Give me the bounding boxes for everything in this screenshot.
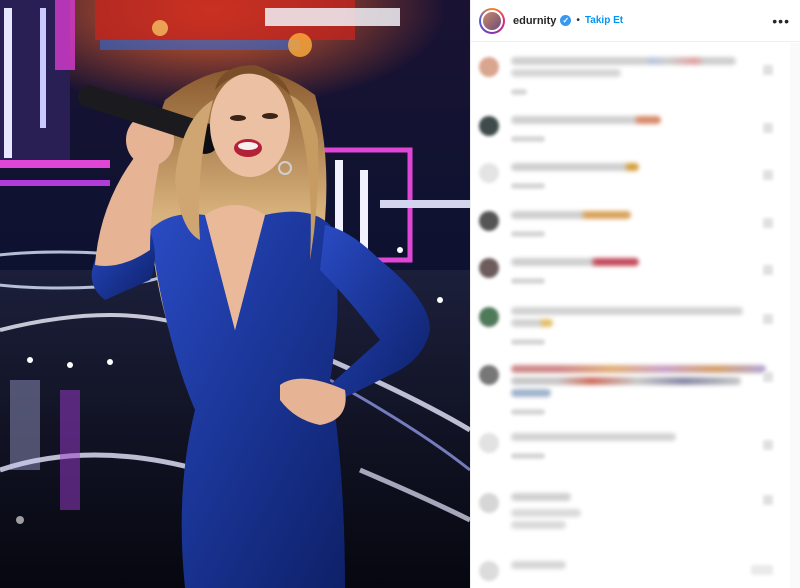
- comment-meta-blurred: [511, 339, 545, 345]
- comment-avatar[interactable]: [479, 116, 499, 136]
- comments-scrollbar[interactable]: [790, 43, 800, 588]
- comment-item: [479, 433, 676, 459]
- heart-icon[interactable]: [763, 218, 773, 228]
- post-photo[interactable]: [0, 0, 470, 588]
- comment-item: [479, 57, 736, 95]
- comment-text-blurred: [511, 116, 661, 124]
- comment-text-blurred: [511, 163, 639, 171]
- heart-icon[interactable]: [763, 314, 773, 324]
- comment-meta-blurred: [511, 89, 527, 95]
- comment-meta-blurred: [511, 231, 545, 237]
- separator-dot: •: [576, 15, 580, 26]
- heart-icon[interactable]: [763, 123, 773, 133]
- comments-list: [471, 43, 791, 588]
- heart-icon[interactable]: [751, 565, 773, 575]
- comment-meta-blurred: [511, 278, 545, 284]
- comment-text-blurred: [511, 561, 566, 569]
- comment-meta-blurred: [511, 453, 545, 459]
- comment-meta-blurred: [511, 183, 545, 189]
- comment-text-blurred: [511, 307, 743, 315]
- avatar: [481, 9, 503, 32]
- heart-icon[interactable]: [763, 440, 773, 450]
- profile-avatar[interactable]: [479, 7, 505, 34]
- post-header: edurnity ✓ • Takip Et •••: [471, 0, 800, 42]
- comment-text-blurred: [511, 258, 639, 266]
- comment-meta-blurred: [511, 136, 545, 142]
- heart-icon[interactable]: [763, 65, 773, 75]
- heart-icon[interactable]: [763, 495, 773, 505]
- comment-text-blurred: [511, 377, 741, 385]
- comment-item: [479, 307, 743, 345]
- comment-avatar[interactable]: [479, 211, 499, 231]
- verified-badge-icon: ✓: [560, 15, 572, 26]
- comment-text-blurred: [511, 365, 766, 373]
- comment-avatar[interactable]: [479, 365, 499, 385]
- heart-icon[interactable]: [763, 265, 773, 275]
- comment-text-blurred: [511, 211, 631, 219]
- comment-item: [479, 116, 661, 142]
- comment-avatar[interactable]: [479, 493, 499, 513]
- comment-avatar[interactable]: [479, 433, 499, 453]
- comment-item: [479, 365, 766, 415]
- comment-text-blurred: [511, 509, 581, 517]
- heart-icon[interactable]: [763, 372, 773, 382]
- comment-text-blurred: [511, 389, 551, 397]
- more-options-icon[interactable]: •••: [772, 14, 790, 28]
- post-sidebar: edurnity ✓ • Takip Et •••: [470, 0, 800, 588]
- heart-icon[interactable]: [763, 170, 773, 180]
- comment-avatar[interactable]: [479, 57, 499, 77]
- comment-item: [479, 211, 631, 237]
- comment-text-blurred: [511, 69, 621, 77]
- comment-text-blurred: [511, 433, 676, 441]
- singer-on-stage-image: [0, 0, 470, 588]
- comment-text-blurred: [511, 521, 566, 529]
- username-link[interactable]: edurnity: [513, 15, 556, 27]
- comment-item: [479, 163, 639, 189]
- post-viewer: edurnity ✓ • Takip Et •••: [0, 0, 800, 588]
- comment-item: [479, 561, 566, 581]
- comment-text-blurred: [511, 57, 736, 65]
- comment-avatar[interactable]: [479, 258, 499, 278]
- comment-avatar[interactable]: [479, 163, 499, 183]
- comment-item: [479, 493, 581, 533]
- comment-item: [479, 258, 639, 284]
- comment-meta-blurred: [511, 409, 545, 415]
- comment-avatar[interactable]: [479, 561, 499, 581]
- comment-text-blurred: [511, 493, 571, 501]
- follow-button[interactable]: Takip Et: [585, 15, 623, 26]
- comment-text-blurred: [511, 319, 553, 327]
- comment-avatar[interactable]: [479, 307, 499, 327]
